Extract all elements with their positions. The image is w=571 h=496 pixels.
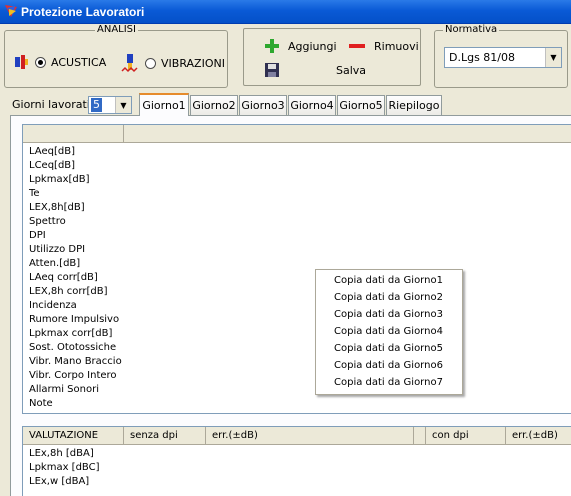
acustica-label: ACUSTICA: [51, 55, 107, 69]
grid-row-label[interactable]: LAeq corr[dB]: [29, 271, 98, 285]
normativa-value: D.Lgs 81/08: [449, 51, 516, 64]
analisi-group: ANALISI ACUSTICA VIBRAZIONI: [4, 24, 228, 88]
giorni-select[interactable]: 5 ▼: [88, 96, 132, 114]
grid-row-label[interactable]: LCeq[dB]: [29, 159, 75, 173]
grid-row-label[interactable]: LEX,8h corr[dB]: [29, 285, 107, 299]
grid-row-label[interactable]: LEx,w [dBA]: [29, 475, 89, 489]
grid-row-label[interactable]: Atten.[dB]: [29, 257, 80, 271]
remove-label: Rimuovi: [374, 39, 419, 53]
grid-header: VALUTAZIONE senza dpi err.(±dB) con dpi …: [23, 427, 571, 445]
header-err-con[interactable]: err.(±dB): [506, 427, 571, 444]
chevron-down-icon[interactable]: ▼: [115, 97, 131, 113]
menu-item-copy-giorno7[interactable]: Copia dati da Giorno7: [334, 376, 443, 390]
app-icon: [5, 5, 17, 17]
grid-row-label[interactable]: Sost. Ototossiche: [29, 341, 116, 355]
grid-row-label[interactable]: Note: [29, 397, 53, 411]
grid-row-label[interactable]: Incidenza: [29, 299, 77, 313]
menu-item-copy-giorno5[interactable]: Copia dati da Giorno5: [334, 342, 443, 356]
grid-row-label[interactable]: Spettro: [29, 215, 66, 229]
normativa-legend: Normativa: [443, 24, 500, 35]
grid-row-label[interactable]: Te: [29, 187, 40, 201]
grid-row-label[interactable]: LAeq[dB]: [29, 145, 75, 159]
title-bar[interactable]: Protezione Lavoratori: [0, 0, 571, 24]
tab-giorno2[interactable]: Giorno2: [190, 95, 238, 115]
tab-label: Giorno2: [192, 99, 236, 112]
header-con-dpi[interactable]: con dpi: [426, 427, 506, 444]
normativa-group: Normativa D.Lgs 81/08 ▼: [434, 24, 568, 88]
tab-label: Giorno1: [142, 99, 186, 112]
floppy-disk-icon: [265, 63, 279, 77]
header-valutazione[interactable]: VALUTAZIONE: [23, 427, 124, 444]
evaluation-grid[interactable]: VALUTAZIONE senza dpi err.(±dB) con dpi …: [22, 426, 571, 496]
normativa-select[interactable]: D.Lgs 81/08 ▼: [444, 47, 562, 68]
tab-label: Giorno4: [290, 99, 334, 112]
tab-giorno3[interactable]: Giorno3: [239, 95, 287, 115]
measurements-grid[interactable]: LAeq[dB] LCeq[dB] Lpkmax[dB] Te LEX,8h[d…: [22, 124, 571, 414]
grid-row-label[interactable]: Allarmi Sonori: [29, 383, 99, 397]
grid-row-label[interactable]: Rumore Impulsivo: [29, 313, 119, 327]
minus-icon: [349, 44, 365, 48]
vibration-icon: [121, 54, 138, 73]
chevron-down-icon[interactable]: ▼: [545, 48, 561, 67]
grid-row-label[interactable]: Vibr. Mano Braccio: [29, 355, 122, 369]
grid-row-label[interactable]: LEx,8h [dBA]: [29, 447, 94, 461]
analisi-legend: ANALISI: [95, 24, 138, 35]
grid-row-label[interactable]: DPI: [29, 229, 46, 243]
context-menu: Copia dati da Giorno1 Copia dati da Gior…: [315, 269, 463, 395]
remove-button[interactable]: Rimuovi: [348, 38, 419, 54]
acustica-radio[interactable]: [35, 56, 46, 68]
grid-row-label[interactable]: Lpkmax corr[dB]: [29, 327, 112, 341]
save-label: Salva: [336, 63, 367, 77]
tab-riepilogo[interactable]: Riepilogo: [386, 95, 442, 115]
plus-icon: [265, 39, 279, 53]
grid-row-label[interactable]: Vibr. Corpo Intero: [29, 369, 117, 383]
menu-item-copy-giorno4[interactable]: Copia dati da Giorno4: [334, 325, 443, 339]
add-button[interactable]: Aggiungi: [264, 38, 337, 54]
vibrazioni-radio[interactable]: [145, 57, 156, 69]
acustica-option[interactable]: ACUSTICA: [13, 53, 106, 71]
grid-row-label[interactable]: Utilizzo DPI: [29, 243, 85, 257]
acoustic-icon: [15, 55, 28, 69]
menu-item-copy-giorno3[interactable]: Copia dati da Giorno3: [334, 308, 443, 322]
grid-row-label[interactable]: LEX,8h[dB]: [29, 201, 85, 215]
actions-group: Aggiungi Rimuovi Salva: [243, 28, 421, 86]
add-label: Aggiungi: [288, 39, 337, 53]
grid-row-label[interactable]: Lpkmax [dBC]: [29, 461, 100, 475]
tab-giorno4[interactable]: Giorno4: [288, 95, 336, 115]
tab-label: Giorno5: [339, 99, 383, 112]
menu-item-copy-giorno1[interactable]: Copia dati da Giorno1: [334, 274, 443, 288]
tab-label: Giorno3: [241, 99, 285, 112]
giorni-label: Giorni lavorativi: [12, 98, 100, 111]
tab-giorno5[interactable]: Giorno5: [337, 95, 385, 115]
vibrazioni-option[interactable]: VIBRAZIONI: [121, 53, 225, 73]
giorni-value: 5: [91, 98, 102, 112]
header-blank[interactable]: [414, 427, 426, 444]
tab-label: Riepilogo: [388, 99, 440, 112]
header-err-senza[interactable]: err.(±dB): [206, 427, 414, 444]
grid-row-label[interactable]: Lpkmax[dB]: [29, 173, 90, 187]
save-button[interactable]: Salva: [264, 62, 366, 78]
grid-header-cell[interactable]: [23, 125, 124, 142]
menu-item-copy-giorno2[interactable]: Copia dati da Giorno2: [334, 291, 443, 305]
tab-giorno1[interactable]: Giorno1: [139, 93, 189, 116]
menu-item-copy-giorno6[interactable]: Copia dati da Giorno6: [334, 359, 443, 373]
header-senza-dpi[interactable]: senza dpi: [124, 427, 206, 444]
grid-header: [23, 125, 571, 143]
window-title: Protezione Lavoratori: [21, 5, 145, 19]
vibrazioni-label: VIBRAZIONI: [161, 56, 225, 70]
